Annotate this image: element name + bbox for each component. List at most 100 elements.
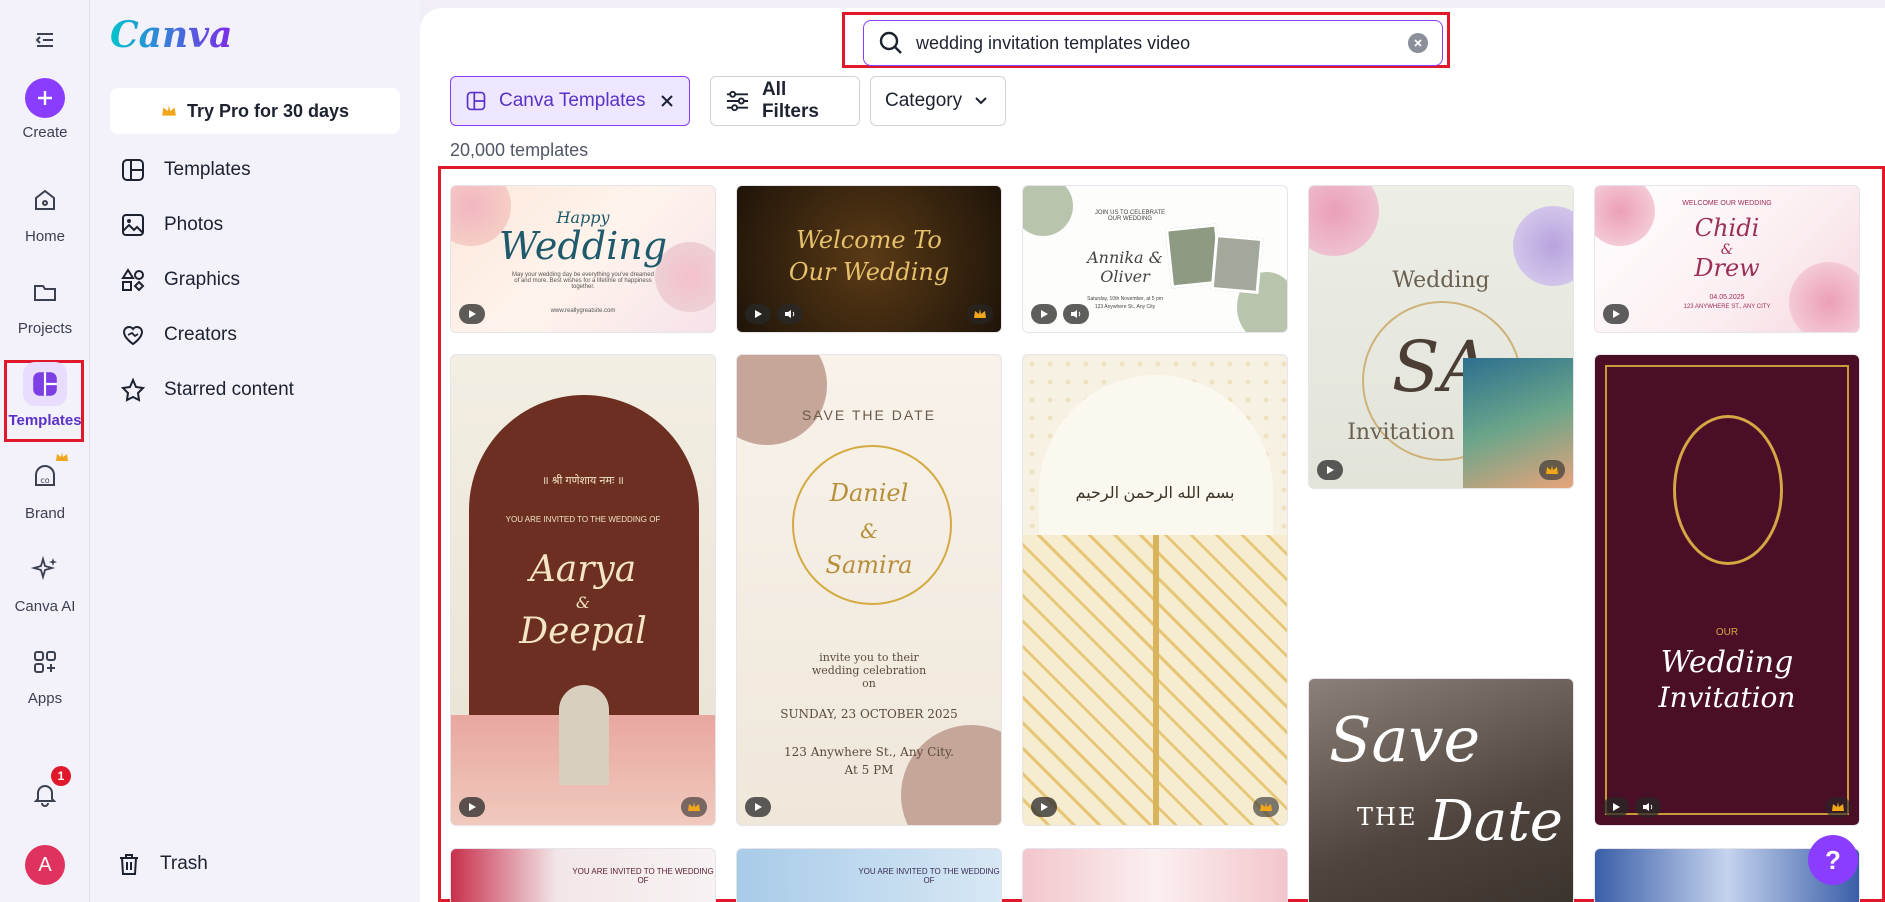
templates-icon <box>23 362 67 406</box>
tile-text: OUR <box>1715 627 1739 638</box>
clear-search-icon[interactable] <box>1408 33 1428 53</box>
rail-canva-ai[interactable]: Canva AI <box>0 548 90 615</box>
collapse-sidebar-button[interactable] <box>0 18 90 68</box>
template-card-save-the-date[interactable]: Save THE Date <box>1308 678 1574 902</box>
sparkle-icon <box>23 548 67 592</box>
create-button[interactable]: Create <box>0 78 90 141</box>
volume-icon[interactable] <box>1635 797 1661 817</box>
all-filters-button[interactable]: All Filters <box>710 76 860 126</box>
door-divider <box>1153 535 1159 825</box>
template-card-daniel-samira[interactable]: SAVE THE DATE Daniel & Samira invite you… <box>736 354 1002 826</box>
couple-illustration <box>559 685 609 785</box>
volume-icon[interactable] <box>777 304 803 324</box>
play-icon[interactable] <box>1031 304 1057 324</box>
svg-text:co: co <box>40 476 49 485</box>
canva-logo[interactable]: Canva <box>110 14 232 56</box>
play-icon[interactable] <box>1317 460 1343 480</box>
templates-outline-icon <box>122 159 144 181</box>
main-panel: wedding invitation templates video Canva… <box>420 8 1885 902</box>
tile-text: & <box>575 593 591 612</box>
template-card-aarya-deepal[interactable]: ॥ श्री गणेशाय नमः ॥ YOU ARE INVITED TO T… <box>450 354 716 826</box>
play-icon[interactable] <box>459 304 485 324</box>
template-card-our-wedding[interactable]: OUR Wedding Invitation <box>1594 354 1860 826</box>
tile-text: May your wedding day be everything you'v… <box>512 272 654 290</box>
template-card-sa-invitation[interactable]: Wedding SA Invitation <box>1308 185 1574 489</box>
sidebar-item-label: Creators <box>164 324 237 345</box>
pro-crown-icon <box>1539 460 1565 480</box>
account-avatar[interactable]: A <box>0 845 90 885</box>
help-button[interactable]: ? <box>1808 835 1858 885</box>
search-input[interactable]: wedding invitation templates video <box>863 20 1443 66</box>
template-card-annika-oliver[interactable]: JOIN US TO CELEBRATE OUR WEDDING Annika … <box>1022 185 1288 333</box>
rail-projects[interactable]: Projects <box>0 270 90 337</box>
tile-text: Welcome To <box>796 226 942 254</box>
pro-crown-icon <box>1253 797 1279 817</box>
template-card-islamic[interactable]: بسم الله الرحمن الرحيم <box>1022 354 1288 826</box>
rail-templates[interactable]: Templates <box>0 362 90 429</box>
try-pro-label: Try Pro for 30 days <box>186 100 350 121</box>
bell-icon: 1 <box>23 766 71 816</box>
play-icon[interactable] <box>1603 304 1629 324</box>
photo-thumbnail <box>1210 234 1264 294</box>
search-value[interactable]: wedding invitation templates video <box>916 33 1396 54</box>
leaves-decoration <box>1023 186 1073 236</box>
sidebar-item-graphics[interactable]: Graphics <box>120 264 240 296</box>
sidebar-item-creators[interactable]: Creators <box>120 319 237 351</box>
tile-text: بسم الله الرحمن الرحيم <box>1075 485 1235 502</box>
brand-icon: co <box>23 452 68 499</box>
remove-filter-icon[interactable] <box>659 93 675 109</box>
template-card-partial[interactable] <box>1022 848 1288 902</box>
tile-text: Date <box>1429 789 1563 854</box>
template-card-welcome[interactable]: Welcome To Our Wedding <box>736 185 1002 333</box>
sidebar-item-starred[interactable]: Starred content <box>120 374 294 406</box>
notifications-button[interactable]: 1 <box>0 766 90 822</box>
rail-brand[interactable]: co Brand <box>0 452 90 522</box>
create-label: Create <box>22 124 68 141</box>
trash-label: Trash <box>160 853 208 874</box>
pro-crown-icon <box>1825 797 1851 817</box>
tile-text: Drew <box>1694 254 1760 282</box>
brand-label: Brand <box>24 505 66 522</box>
try-pro-button[interactable]: Try Pro for 30 days <box>110 88 400 134</box>
canva-templates-chip[interactable]: Canva Templates <box>450 76 690 126</box>
chip-label: Canva Templates <box>499 90 646 111</box>
sidebar-item-trash[interactable]: Trash <box>116 848 208 880</box>
filters-icon <box>726 90 749 112</box>
tile-text: 123 Anywhere St., Any City <box>1094 304 1156 310</box>
plus-icon <box>25 78 65 118</box>
flower-decoration <box>1309 186 1379 256</box>
tile-text: JOIN US TO CELEBRATE OUR WEDDING <box>1094 210 1166 222</box>
rail-apps[interactable]: Apps <box>0 640 90 707</box>
avatar: A <box>25 845 65 885</box>
pro-crown-icon <box>967 304 993 324</box>
template-card-partial[interactable]: YOU ARE INVITED TO THE WEDDING OF <box>450 848 716 902</box>
tile-text: Annika & Oliver <box>1087 248 1163 286</box>
play-icon[interactable] <box>745 304 771 324</box>
sidebar-item-photos[interactable]: Photos <box>120 209 223 241</box>
volume-icon[interactable] <box>1063 304 1089 324</box>
tile-text: Aarya <box>529 549 637 590</box>
tile-text: 123 ANYWHERE ST., ANY CITY <box>1683 304 1771 310</box>
collapse-menu-icon <box>23 18 67 62</box>
play-icon[interactable] <box>1031 797 1057 817</box>
canva-ai-label: Canva AI <box>14 598 76 615</box>
creators-icon <box>122 326 144 346</box>
sidebar-item-label: Templates <box>164 159 251 180</box>
tile-text: ॥ श्री गणेशाय नमः ॥ <box>542 475 624 487</box>
tile-text: Our Wedding <box>788 258 950 286</box>
trash-icon <box>120 854 138 875</box>
play-icon[interactable] <box>745 797 771 817</box>
play-icon[interactable] <box>1603 797 1629 817</box>
tile-text: SUNDAY, 23 OCTOBER 2025 <box>780 707 958 721</box>
templates-label: Templates <box>8 412 82 429</box>
tile-text: THE <box>1357 803 1418 831</box>
sidebar-item-templates[interactable]: Templates <box>120 154 251 186</box>
rail-home[interactable]: Home <box>0 178 90 245</box>
play-icon[interactable] <box>459 797 485 817</box>
template-card-chidi-drew[interactable]: WELCOME OUR WEDDING Chidi & Drew 04.05.2… <box>1594 185 1860 333</box>
sidebar-item-label: Starred content <box>164 379 294 400</box>
category-dropdown[interactable]: Category <box>870 76 1006 126</box>
template-card-partial[interactable]: YOU ARE INVITED TO THE WEDDING OF <box>736 848 1002 902</box>
crown-icon <box>56 452 68 461</box>
template-card-happy-wedding[interactable]: Happy Wedding May your wedding day be ev… <box>450 185 716 333</box>
